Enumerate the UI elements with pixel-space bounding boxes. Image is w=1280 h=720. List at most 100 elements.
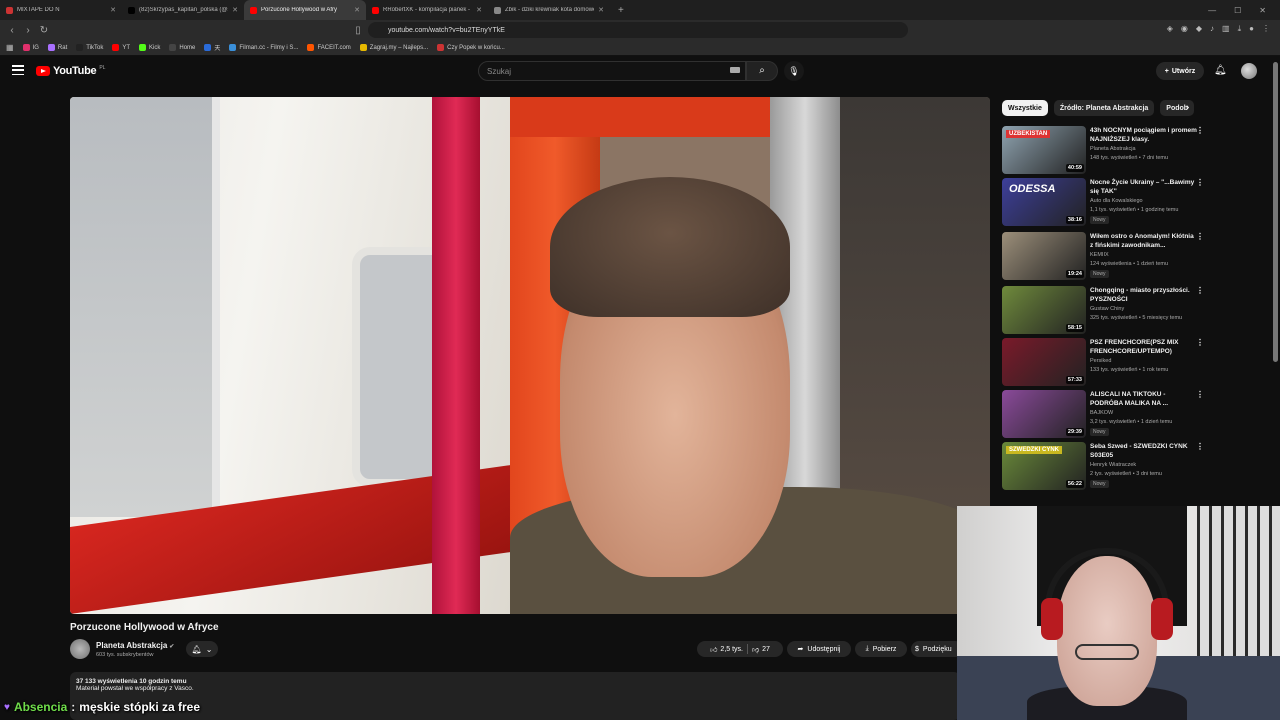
recommendation-title[interactable]: Seba Szwed - SZWEDZKI CYNK S03E05 bbox=[1090, 442, 1198, 460]
download-button[interactable]: ⤓ Pobierz bbox=[855, 641, 907, 657]
recommendation-channel[interactable]: Henryk Wiatraczek bbox=[1090, 462, 1136, 468]
filter-chip[interactable]: Wszystkie bbox=[1002, 100, 1048, 116]
bookmark-item[interactable]: TikTok bbox=[76, 44, 103, 51]
search-input[interactable]: Szukaj bbox=[478, 61, 746, 81]
recommendation-channel[interactable]: BAJKOW bbox=[1090, 410, 1113, 416]
recommendation-title[interactable]: 43h NOCNYM pociągiem i promem NAJNIŻSZEJ… bbox=[1090, 126, 1198, 144]
sidebar-icon[interactable]: ▥ bbox=[1222, 24, 1230, 34]
bookmark-item[interactable]: Home bbox=[169, 44, 195, 51]
extension-icon[interactable]: ◉ bbox=[1181, 24, 1188, 34]
browser-tab[interactable]: RRobertXK - kompilacja pianek - Yo ✕ bbox=[366, 0, 488, 20]
back-icon[interactable]: ‹ bbox=[4, 25, 20, 36]
recommendation-channel[interactable]: KEMIIX bbox=[1090, 252, 1109, 258]
extension-icon[interactable]: ◆ bbox=[1196, 24, 1202, 34]
chevron-right-icon[interactable]: › bbox=[1186, 102, 1189, 113]
recommendation-item[interactable]: UZBEKISTAN 40:59 43h NOCNYM pociągiem i pr… bbox=[1002, 126, 1204, 174]
tab-close-icon[interactable]: ✕ bbox=[598, 6, 604, 14]
more-options-icon[interactable]: ⋮ bbox=[1196, 126, 1204, 135]
hamburger-menu-icon[interactable] bbox=[12, 65, 24, 75]
extension-icon[interactable]: ◈ bbox=[1167, 24, 1173, 34]
video-thumbnail[interactable]: 57:33 bbox=[1002, 338, 1086, 386]
recommendation-channel[interactable]: Planeta Abstrakcja bbox=[1090, 146, 1136, 152]
video-thumbnail[interactable]: SZWEDZKI CYNK 56:22 bbox=[1002, 442, 1086, 490]
dislike-button[interactable]: 👎︎ 27 bbox=[752, 645, 770, 654]
bookmark-item[interactable]: Kick bbox=[139, 44, 160, 51]
profile-icon[interactable]: ● bbox=[1249, 24, 1254, 34]
extension-icon[interactable]: ♪ bbox=[1210, 24, 1214, 34]
video-player[interactable] bbox=[70, 97, 990, 614]
bookmark-item[interactable]: YT bbox=[112, 44, 130, 51]
recommendation-item[interactable]: ODESSA 38:16 Nocne Życie Ukrainy – "...Baw… bbox=[1002, 178, 1204, 226]
recommendation-title[interactable]: Wiłem ostro o Anomalym! Kłótnia z fiński… bbox=[1090, 232, 1198, 250]
keyboard-icon[interactable] bbox=[730, 67, 740, 73]
bookmark-item[interactable]: Zagraj.my – Najleps... bbox=[359, 44, 428, 51]
url-field[interactable]: youtube.com/watch?v=bu2TEnyYTkE bbox=[368, 22, 908, 38]
video-thumbnail[interactable]: 58:15 bbox=[1002, 286, 1086, 334]
apps-grid-icon[interactable]: ▦ bbox=[6, 43, 14, 52]
more-options-icon[interactable]: ⋮ bbox=[1196, 178, 1204, 187]
recommendation-item[interactable]: 57:33 PSZ FRENCHCORE(PSZ MIX FRENCHCORE/U… bbox=[1002, 338, 1204, 386]
video-thumbnail[interactable]: 19:24 bbox=[1002, 232, 1086, 280]
recommendation-channel[interactable]: Auto dla Kowalskiego bbox=[1090, 198, 1143, 204]
duration-badge: 56:22 bbox=[1065, 480, 1084, 488]
bookmark-star-icon[interactable]: ▯ bbox=[350, 25, 366, 36]
video-thumbnail[interactable]: UZBEKISTAN 40:59 bbox=[1002, 126, 1086, 174]
browser-tab[interactable]: (82)Skrzypas_kapitan_polska (@skrzy ✕ bbox=[122, 0, 244, 20]
download-icon[interactable]: ⤓ bbox=[1238, 24, 1242, 34]
share-button[interactable]: ➦ Udostępnij bbox=[787, 641, 851, 657]
reload-icon[interactable]: ↻ bbox=[36, 25, 52, 36]
page-scrollbar[interactable] bbox=[1273, 62, 1278, 362]
close-window-icon[interactable]: ✕ bbox=[1259, 6, 1266, 15]
search-button[interactable]: ⌕ bbox=[746, 61, 778, 81]
bookmark-item[interactable]: 天 bbox=[204, 43, 220, 52]
recommendation-item[interactable]: 19:24 Wiłem ostro o Anomalym! Kłótnia z f… bbox=[1002, 232, 1204, 280]
description-box[interactable]: 37 133 wyświetlenia 10 godzin temu Mater… bbox=[70, 672, 960, 720]
bookmark-item[interactable]: Rat bbox=[47, 44, 67, 51]
recommendation-channel[interactable]: Persiked bbox=[1090, 358, 1111, 364]
bookmark-item[interactable]: Filman.cc - Filmy i S... bbox=[229, 44, 298, 51]
tab-close-icon[interactable]: ✕ bbox=[476, 6, 482, 14]
tab-favicon-icon bbox=[6, 6, 13, 14]
recommendation-title[interactable]: PSZ FRENCHCORE(PSZ MIX FRENCHCORE/UPTEMP… bbox=[1090, 338, 1198, 356]
more-options-icon[interactable]: ⋮ bbox=[1196, 338, 1204, 347]
video-thumbnail[interactable]: 29:39 bbox=[1002, 390, 1086, 438]
more-options-icon[interactable]: ⋮ bbox=[1196, 442, 1204, 451]
bookmark-item[interactable]: IG bbox=[22, 44, 39, 51]
more-options-icon[interactable]: ⋮ bbox=[1196, 232, 1204, 241]
recommendation-title[interactable]: Nocne Życie Ukrainy – "...Bawimy się TAK… bbox=[1090, 178, 1198, 196]
browser-tab[interactable]: MIXTAPE DO N ✕ bbox=[0, 0, 122, 20]
tab-close-icon[interactable]: ✕ bbox=[232, 6, 238, 14]
forward-icon[interactable]: › bbox=[20, 25, 36, 36]
video-thumbnail[interactable]: ODESSA 38:16 bbox=[1002, 178, 1086, 226]
channel-name[interactable]: Planeta Abstrakcja ✔ bbox=[96, 641, 174, 650]
bookmark-item[interactable]: FACEIT.com bbox=[307, 44, 351, 51]
notifications-bell-icon[interactable]: 🔔︎ bbox=[1214, 65, 1227, 76]
menu-dots-icon[interactable]: ⋮ bbox=[1262, 24, 1270, 34]
youtube-logo[interactable]: YouTube PL bbox=[36, 65, 105, 77]
bookmark-favicon-icon bbox=[204, 44, 212, 51]
new-tab-button[interactable]: + bbox=[618, 5, 624, 16]
minimize-icon[interactable]: — bbox=[1208, 6, 1216, 15]
create-button[interactable]: + Utwórz bbox=[1156, 62, 1204, 80]
notification-bell-button[interactable]: 🔔︎ ⌄ bbox=[186, 641, 218, 657]
tab-close-icon[interactable]: ✕ bbox=[110, 6, 116, 14]
more-options-icon[interactable]: ⋮ bbox=[1196, 286, 1204, 295]
recommendation-channel[interactable]: Gustaw Chiny bbox=[1090, 306, 1124, 312]
recommendation-item[interactable]: 29:39 ALISCALI NA TIKTOKU - PODRÓBA MALIK… bbox=[1002, 390, 1204, 438]
channel-avatar[interactable] bbox=[70, 639, 90, 659]
thanks-button[interactable]: $ Podzięku bbox=[911, 641, 963, 657]
browser-tab[interactable]: Zbik - dziki krewniak kota domoweg ✕ bbox=[488, 0, 610, 20]
recommendation-item[interactable]: 58:15 Chongqing - miasto przyszłości. PYS… bbox=[1002, 286, 1204, 334]
recommendation-title[interactable]: Chongqing - miasto przyszłości. PYSZNOŚC… bbox=[1090, 286, 1198, 304]
filter-chip[interactable]: Źródło: Planeta Abstrakcja bbox=[1053, 100, 1155, 116]
user-avatar[interactable] bbox=[1241, 63, 1257, 79]
maximize-icon[interactable]: ☐ bbox=[1234, 6, 1241, 15]
voice-search-button[interactable]: 🎙︎ bbox=[784, 61, 804, 81]
recommendation-title[interactable]: ALISCALI NA TIKTOKU - PODRÓBA MALIKA NA … bbox=[1090, 390, 1198, 408]
like-button[interactable]: 👍︎ 2,5 tys. bbox=[710, 645, 743, 654]
bookmark-item[interactable]: Czy Popek w końcu... bbox=[437, 44, 505, 51]
browser-tab[interactable]: Porzucone Hollywood w Afry ✕ bbox=[244, 0, 366, 20]
more-options-icon[interactable]: ⋮ bbox=[1196, 390, 1204, 399]
tab-close-icon[interactable]: ✕ bbox=[354, 6, 360, 14]
recommendation-item[interactable]: SZWEDZKI CYNK 56:22 Seba Szwed - SZWEDZKI … bbox=[1002, 442, 1204, 490]
